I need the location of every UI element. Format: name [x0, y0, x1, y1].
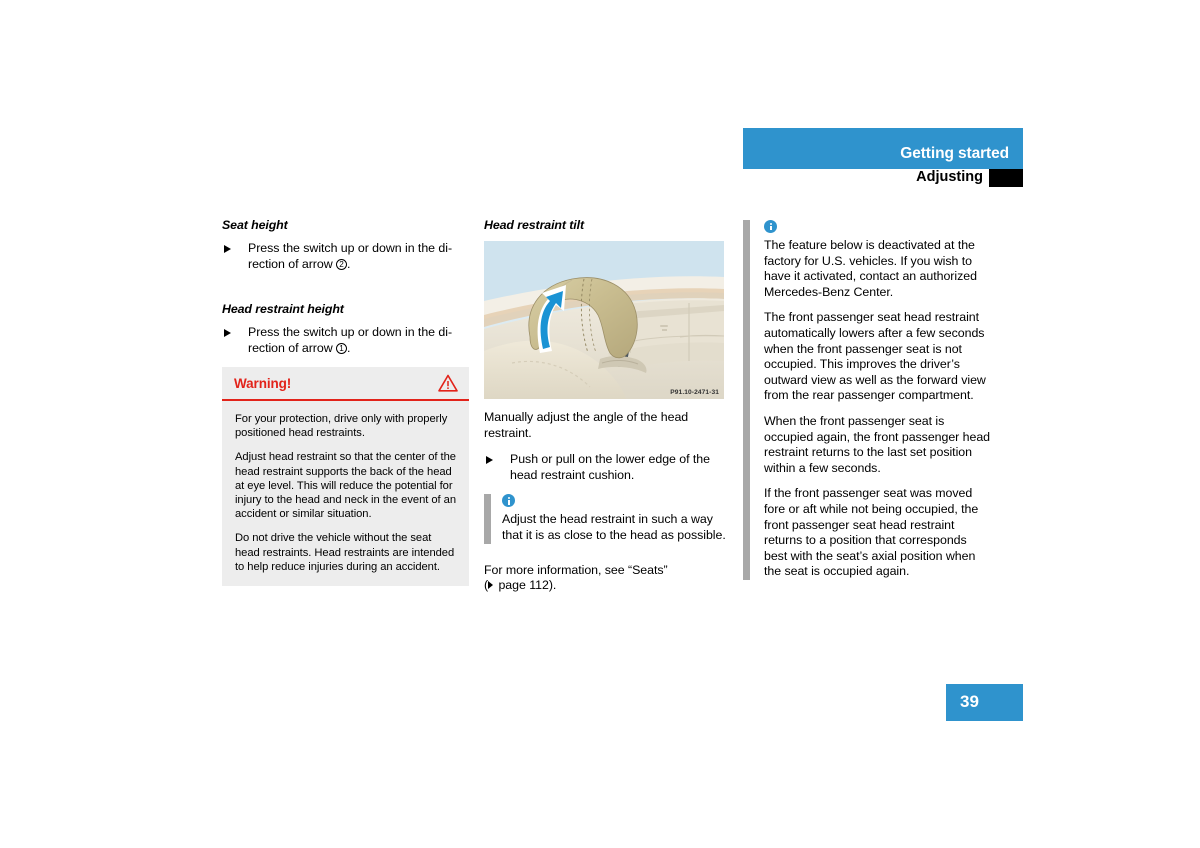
- figure-caption: Manually adjust the angle of the head re…: [484, 410, 689, 440]
- note-text: The front passenger seat head restraint …: [764, 310, 986, 403]
- warning-triangle-icon: [438, 374, 458, 392]
- right-column: The feature below is deactivated at the …: [743, 218, 993, 591]
- head-restraint-tilt-illustration: P91.10-2471-31: [484, 241, 724, 399]
- warning-paragraph: Do not drive the vehicle without the sea…: [235, 532, 455, 573]
- heading-head-restraint-tilt: Head restraint tilt: [484, 218, 585, 232]
- info-note: Adjust the head restraint in such a way …: [484, 494, 731, 544]
- list-item-text-suffix: .: [346, 340, 351, 355]
- heading-seat-height: Seat height: [222, 218, 288, 232]
- info-icon: [502, 494, 515, 508]
- list-item: Push or pull on the lower edge of the he…: [484, 452, 731, 483]
- warning-box: Warning! For your protection, drive only…: [222, 367, 469, 587]
- chapter-title: Getting started: [900, 145, 1009, 162]
- heading-head-restraint-height: Head restraint height: [222, 302, 344, 317]
- warning-paragraph: For your protection, drive only with pro…: [235, 413, 448, 440]
- illustration-graphic: [484, 241, 724, 399]
- bullet-triangle-icon: [486, 455, 493, 464]
- middle-column: Head restraint tilt P91.10-2471-31 Manua…: [484, 218, 731, 594]
- warning-paragraph: Adjust head restraint so that the center…: [235, 451, 456, 521]
- circled-number: 2: [335, 259, 347, 271]
- note-text: If the front passenger seat was moved fo…: [764, 486, 979, 579]
- list-item-text-suffix: .: [346, 256, 351, 271]
- warning-body: For your protection, drive only with pro…: [222, 401, 469, 586]
- list-item: Press the switch up or down in the di-re…: [222, 241, 469, 272]
- left-column: Seat height Press the switch up or down …: [222, 218, 469, 367]
- note-text: Adjust the head restraint in such a way …: [502, 512, 726, 542]
- info-icon: [764, 220, 777, 233]
- section-header-row: Adjusting: [743, 169, 1023, 189]
- bullet-triangle-icon: [224, 328, 231, 337]
- manual-page: Getting started Adjusting Seat height Pr…: [0, 0, 1200, 848]
- xref-arrow-icon: [488, 581, 494, 590]
- page-number-box: 39: [946, 684, 1023, 721]
- circled-number: 1: [335, 343, 347, 355]
- chapter-thumb-tab: [989, 169, 1023, 187]
- cross-reference-page: page 112).: [495, 578, 557, 593]
- chapter-header-bar: Getting started: [743, 128, 1023, 169]
- figure-code: P91.10-2471-31: [670, 389, 719, 396]
- page-number: 39: [960, 692, 979, 711]
- warning-title: Warning!: [234, 376, 292, 391]
- note-text: When the front passenger seat is occupie…: [764, 413, 991, 475]
- list-item-text: Push or pull on the lower edge of the he…: [510, 452, 710, 482]
- section-title: Adjusting: [916, 169, 983, 185]
- note-accent-bar: [743, 220, 750, 580]
- list-item: Press the switch up or down in the di-re…: [222, 325, 469, 356]
- cross-reference-text: For more information, see “Seats”: [484, 562, 668, 577]
- note-accent-bar: [484, 494, 491, 544]
- info-note: The feature below is deactivated at the …: [743, 220, 993, 580]
- note-text: The feature below is deactivated at the …: [764, 238, 977, 299]
- warning-header: Warning!: [222, 367, 469, 401]
- cross-reference: For more information, see “Seats” ( page…: [484, 563, 731, 594]
- bullet-triangle-icon: [224, 244, 231, 253]
